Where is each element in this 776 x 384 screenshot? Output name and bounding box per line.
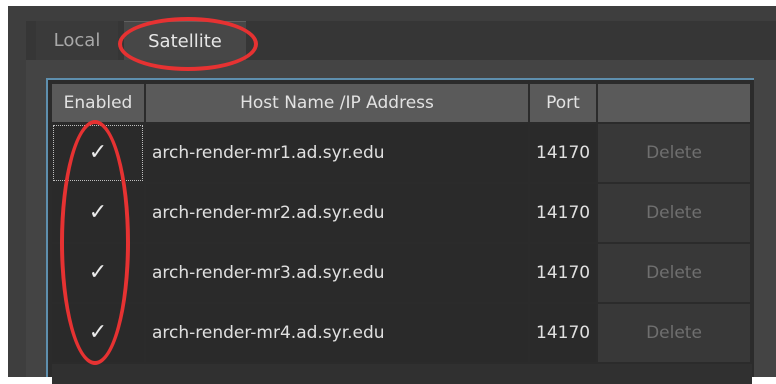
- table-row: ✓ arch-render-mr1.ad.syr.edu 14170 Delet…: [52, 124, 752, 182]
- host-cell[interactable]: arch-render-mr1.ad.syr.edu: [146, 124, 528, 182]
- host-cell[interactable]: arch-render-mr4.ad.syr.edu: [146, 304, 528, 362]
- table-row: ✓ arch-render-mr4.ad.syr.edu 14170 Delet…: [52, 304, 752, 362]
- tab-satellite[interactable]: Satellite: [124, 21, 246, 61]
- enabled-cell[interactable]: ✓: [52, 244, 144, 302]
- table-row: ✓ arch-render-mr2.ad.syr.edu 14170 Delet…: [52, 184, 752, 242]
- enabled-checkbox[interactable]: ✓: [89, 260, 107, 285]
- enabled-checkbox[interactable]: ✓: [89, 320, 107, 345]
- delete-button[interactable]: Delete: [598, 244, 750, 302]
- tab-local[interactable]: Local: [36, 21, 118, 60]
- tab-bar: Local Satellite: [26, 21, 776, 61]
- port-cell[interactable]: 14170: [530, 184, 596, 242]
- enabled-checkbox[interactable]: ✓: [89, 200, 107, 225]
- header-enabled[interactable]: Enabled: [52, 84, 144, 122]
- port-cell[interactable]: 14170: [530, 244, 596, 302]
- header-actions: [598, 84, 750, 122]
- port-cell[interactable]: 14170: [530, 304, 596, 362]
- enabled-cell[interactable]: ✓: [52, 304, 144, 362]
- header-port[interactable]: Port: [530, 84, 596, 122]
- delete-button[interactable]: Delete: [598, 124, 750, 182]
- satellite-hosts-table: Enabled Host Name /IP Address Port ✓ arc…: [46, 78, 754, 384]
- host-cell[interactable]: arch-render-mr3.ad.syr.edu: [146, 244, 528, 302]
- enabled-cell[interactable]: ✓: [52, 184, 144, 242]
- port-cell[interactable]: 14170: [530, 124, 596, 182]
- header-host-name[interactable]: Host Name /IP Address: [146, 84, 528, 122]
- table-row: ✓ arch-render-mr3.ad.syr.edu 14170 Delet…: [52, 244, 752, 302]
- enabled-checkbox[interactable]: ✓: [89, 140, 107, 165]
- host-cell[interactable]: arch-render-mr2.ad.syr.edu: [146, 184, 528, 242]
- delete-button[interactable]: Delete: [598, 184, 750, 242]
- table-empty-area: [52, 364, 752, 384]
- delete-button[interactable]: Delete: [598, 304, 750, 362]
- enabled-cell[interactable]: ✓: [52, 124, 144, 182]
